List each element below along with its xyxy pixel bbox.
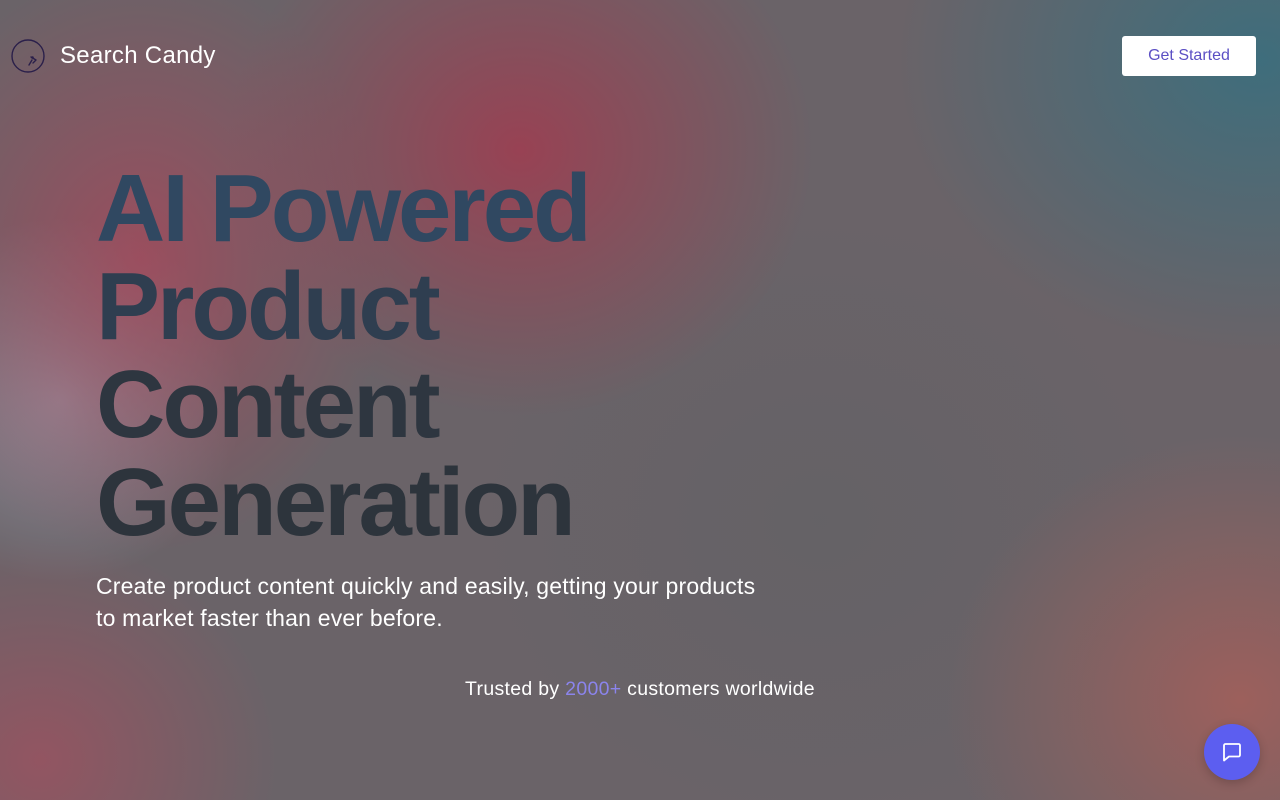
chat-launcher-button[interactable] (1204, 724, 1260, 780)
brand-home-link[interactable]: Search Candy (11, 38, 216, 74)
trust-statement: Trusted by 2000+ customers worldwide (0, 678, 1280, 701)
hero-title-line: Product (96, 253, 441, 360)
candy-circle-logo-icon (11, 39, 45, 73)
hero-subtitle: Create product content quickly and easil… (96, 573, 756, 631)
top-navbar: Search Candy Get Started (0, 0, 1280, 112)
get-started-button[interactable]: Get Started (1122, 36, 1256, 76)
hero-title-line: Generation (96, 449, 576, 556)
trust-suffix: customers worldwide (627, 678, 815, 700)
hero-title: AI Powered Product Content Generation (96, 160, 796, 552)
hero-title-line: AI Powered (96, 155, 592, 262)
chat-bubble-icon (1223, 743, 1241, 762)
customer-count-highlight: 2000+ (565, 678, 622, 700)
trust-prefix: Trusted by (465, 678, 560, 700)
hero-section: AI Powered Product Content Generation (96, 160, 796, 552)
hero-title-line: Content (96, 351, 441, 458)
brand-name: Search Candy (60, 42, 216, 69)
